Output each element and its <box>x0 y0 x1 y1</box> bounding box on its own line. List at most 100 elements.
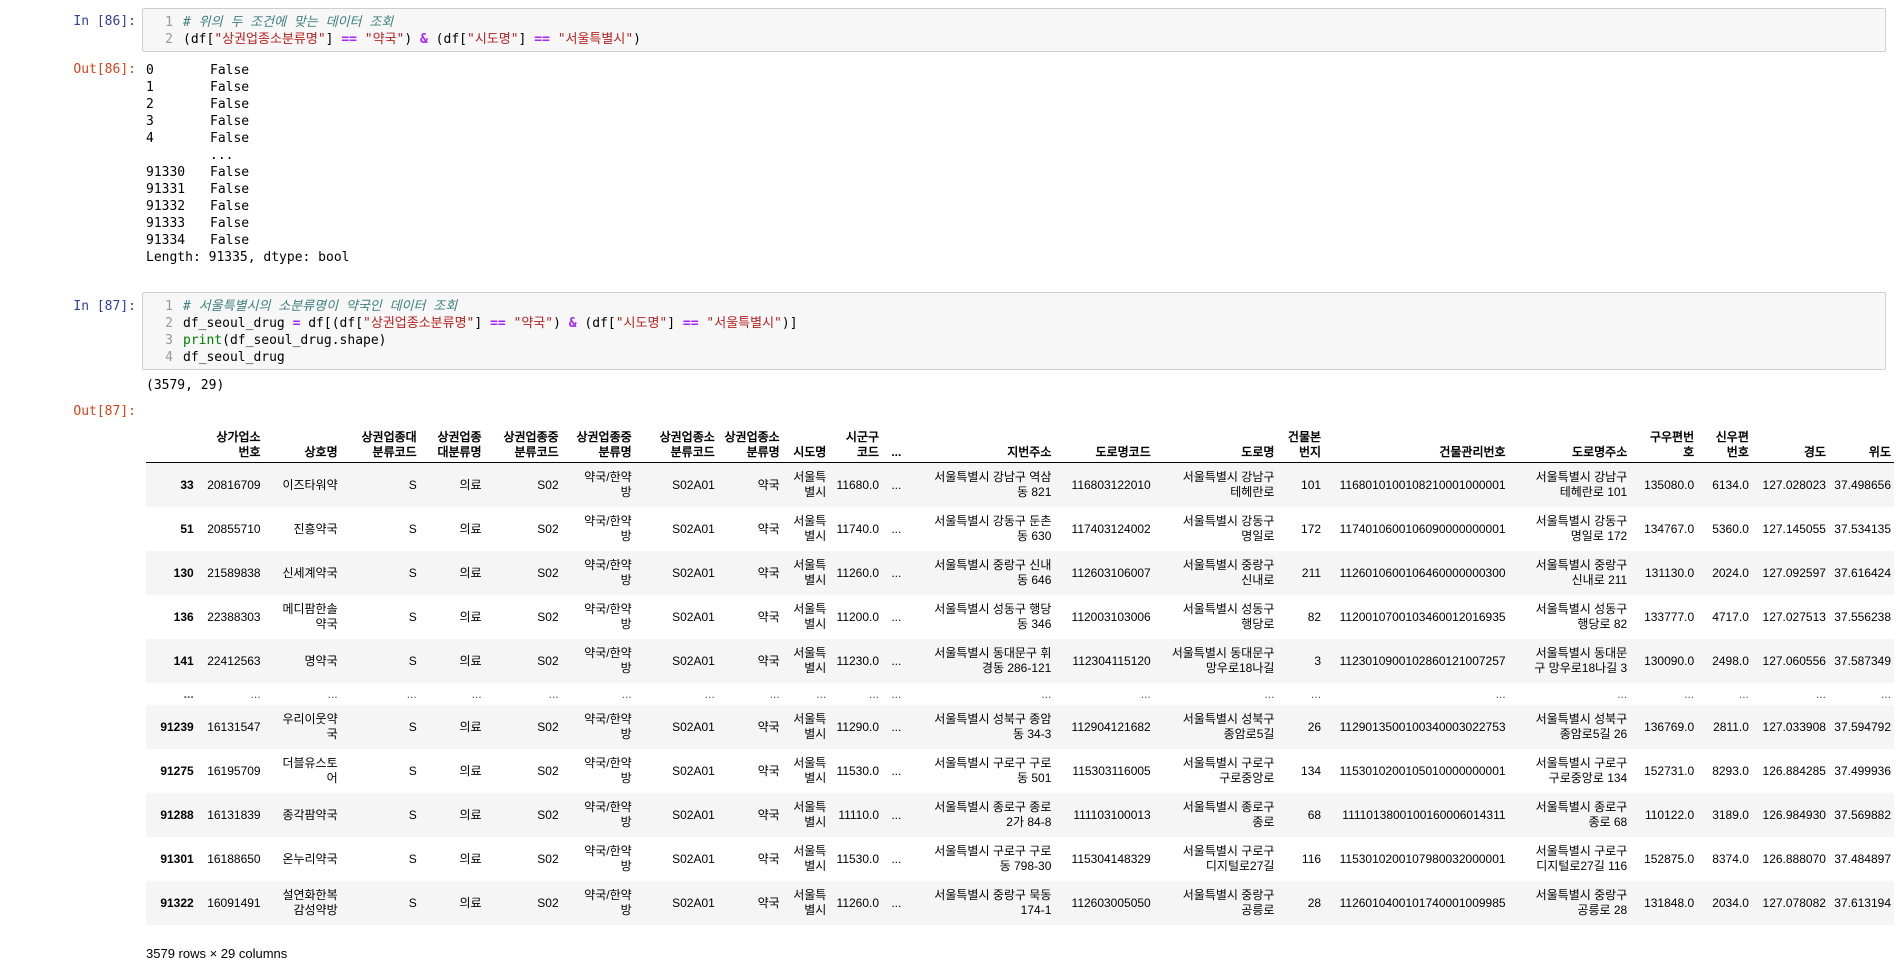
column-header: 상권업종 대분류명 <box>419 418 485 463</box>
series-value: False <box>210 131 250 146</box>
table-cell: 약국 <box>757 763 780 778</box>
table-cell: 82 <box>1307 609 1322 624</box>
table-cell: 의료 <box>459 763 482 778</box>
code-token: "서울특별시" <box>706 316 782 331</box>
row-index: 91275 <box>160 763 194 778</box>
table-cell: 152875.0 <box>1644 851 1695 866</box>
column-header: 신우편 번호 <box>1697 418 1752 463</box>
series-index: 4 <box>146 131 154 146</box>
table-cell: 37.556238 <box>1834 609 1891 624</box>
table-cell: ... <box>891 851 902 866</box>
table-cell: 의료 <box>419 462 485 507</box>
table-cell: S02A01 <box>672 521 715 536</box>
table-cell: 약국/한약 방 <box>561 705 635 749</box>
series-value: False <box>210 182 250 197</box>
table-cell: ... <box>891 763 902 778</box>
table-cell: 37.499936 <box>1834 763 1891 778</box>
column-header: 도로명 <box>1153 418 1278 463</box>
table-cell: 37.534135 <box>1834 521 1891 536</box>
table-cell: 약국/한약 방 <box>584 514 632 543</box>
table-cell: S <box>408 521 417 536</box>
table-cell: ... <box>1508 683 1631 705</box>
table-cell: 서울특별시 중랑구 신내로 211 <box>1508 551 1631 595</box>
table-cell: ... <box>1630 683 1698 705</box>
table-cell: 112003103006 <box>1071 609 1151 624</box>
column-header: 상권업종대 분류코드 <box>340 418 420 463</box>
row-index: ... <box>146 683 197 705</box>
table-cell: 약국/한약 방 <box>561 462 635 507</box>
table-cell: 서울특별시 중랑구 묵동 174-1 <box>904 881 1055 925</box>
table-row: 91322 16091491 설연화한복 감성약방 S 의료 S02 약국/한약 방 S02A01… <box>146 881 1894 925</box>
series-row: 91333 False <box>146 215 350 232</box>
column-header: 상호명 <box>263 418 341 463</box>
column-header: 도로명코드 <box>1054 418 1154 463</box>
table-cell: S <box>340 639 420 683</box>
table-cell: 서울특별시 동대문구 망우로18나길 <box>1153 639 1278 683</box>
code-token: == <box>490 316 506 331</box>
table-cell: ... <box>882 793 905 837</box>
line-number: 4 <box>165 350 173 365</box>
table-cell: 134767.0 <box>1644 521 1695 536</box>
table-cell: 21589838 <box>196 551 264 595</box>
series-row: 2 False <box>146 96 350 113</box>
table-cell: 서울특별시 구로구 디지털로27길 <box>1182 844 1275 873</box>
series-row: 3 False <box>146 113 350 130</box>
table-cell: 약국/한약 방 <box>561 639 635 683</box>
row-index: 91239 <box>146 705 197 749</box>
table-cell: ... <box>891 609 902 624</box>
table-cell: 16131839 <box>196 793 264 837</box>
table-cell: 11260.0 <box>829 881 883 925</box>
table-cell: ... <box>1277 683 1325 705</box>
cell-86-series-output: 0 False 1 False 2 False 3 False 4 False... 91330 Fa… <box>146 62 350 266</box>
table-cell: ... <box>340 683 420 705</box>
code-token: & <box>568 316 577 331</box>
table-row: 33 20816709 이즈타워약 S 의료 S02 약국/한약 방 S02A01 약국 서울특 별시… <box>146 462 1894 507</box>
cell-87-code-editor[interactable]: 1 # 서울특별시의 소분류명이 약국인 데이터 조회 2 df_seoul_drug… <box>142 292 1886 370</box>
code-token: print <box>183 333 223 348</box>
table-cell: 메디팜한솔 약국 <box>282 602 338 631</box>
table-cell: ... <box>1054 683 1154 705</box>
cell-86-code-editor[interactable]: 1 # 위의 두 조건에 맞는 데이터 조회 2 (df["상권업종소분류명"] ==… <box>142 8 1886 52</box>
table-cell: ... <box>1828 683 1894 705</box>
table-cell: 서울특 별시 <box>793 602 827 631</box>
table-cell: 11740.0 <box>836 521 880 536</box>
column-header: 건물본 번지 <box>1277 418 1325 463</box>
table-cell: 서울특별시 종로구 종로 68 <box>1508 793 1631 837</box>
series-value: False <box>210 199 250 214</box>
cell-87-input-prompt: In [87]: <box>73 299 136 314</box>
table-cell: 서울특 별시 <box>782 551 830 595</box>
table-cell: 서울특별시 성북구 종암로5길 26 <box>1508 705 1631 749</box>
table-cell: S02 <box>537 851 559 866</box>
code-token: ] <box>518 32 535 47</box>
table-cell: S02 <box>537 521 559 536</box>
code-token: & <box>420 32 428 47</box>
code-token: (df[ <box>576 316 616 331</box>
column-header: 구우편번 호 <box>1630 418 1698 463</box>
table-cell: 의료 <box>419 551 485 595</box>
dataframe-table: 상가업소 번호 상호명 상권업종대 분류코드 상권업종 대분류명 상권업종중 분류코드 상권업종중… <box>146 418 1894 925</box>
table-cell: 3189.0 <box>1697 793 1752 837</box>
table-cell: 의료 <box>459 521 482 536</box>
table-cell: 1153010200107980032000001 <box>1339 851 1506 866</box>
table-cell: 1111013800100160006014311 <box>1324 793 1509 837</box>
table-cell: 약국/한약 방 <box>584 602 632 631</box>
table-cell: 16188650 <box>207 851 261 866</box>
table-row: 130 21589838 신세계약국 S 의료 S02 약국/한약 방 S02A01 약국 서울특 별… <box>146 551 1894 595</box>
table-row: 91301 16188650 온누리약국 S 의료 S02 약국/한약 방 S02A01 약국 서울… <box>146 837 1894 881</box>
code-text: df_seoul_drug <box>183 349 285 366</box>
code-token: ) <box>404 32 421 47</box>
table-cell: 약국/한약 방 <box>561 551 635 595</box>
column-header: 건물관리번호 <box>1324 418 1509 463</box>
code-token: "약국" <box>364 32 405 47</box>
table-cell: S02 <box>537 763 559 778</box>
code-token: (df[ <box>427 32 467 47</box>
table-cell: 1126010400101740001009985 <box>1324 881 1509 925</box>
table-cell: 135080.0 <box>1630 462 1698 507</box>
table-cell: 서울특별시 종로구 종로 <box>1153 793 1278 837</box>
table-row: 141 22412563 명약국 S 의료 S02 약국/한약 방 S02A01 약국 서울특 별시 1… <box>146 639 1894 683</box>
table-cell: 131130.0 <box>1630 551 1698 595</box>
table-cell: 더블유스토 어 <box>282 756 338 785</box>
cell-87-print-output: (3579, 29) <box>146 378 225 393</box>
series-value: False <box>210 114 250 129</box>
